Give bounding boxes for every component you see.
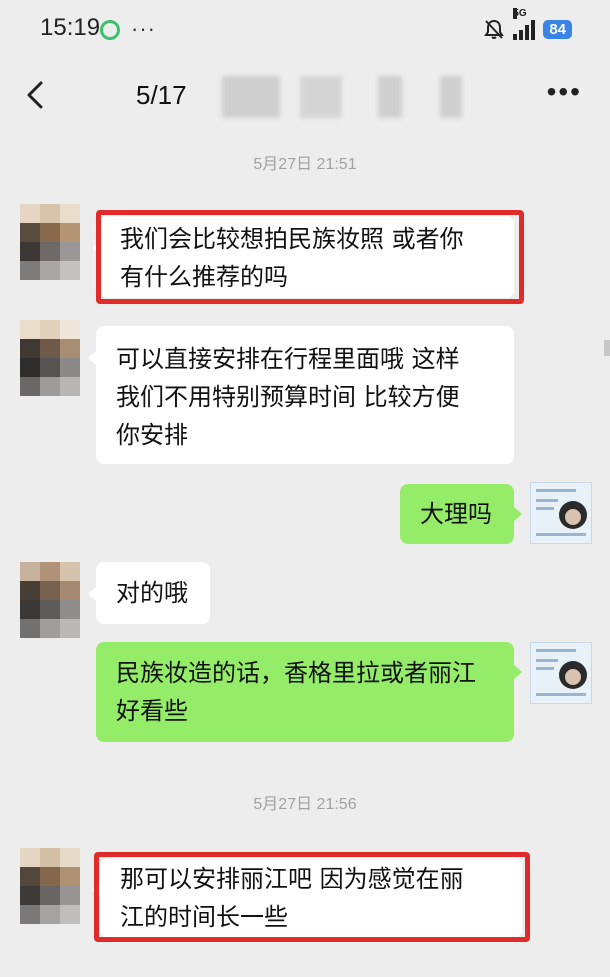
avatar[interactable] xyxy=(20,848,80,924)
message-line: 可以直接安排在行程里面哦 这样 xyxy=(116,345,460,373)
blurred-name xyxy=(300,76,342,118)
highlight-box xyxy=(96,210,524,304)
avatar[interactable] xyxy=(20,320,80,396)
scrollbar[interactable] xyxy=(604,340,610,356)
message-bubble-outgoing[interactable]: 民族妆造的话，香格里拉或者丽江 好看些 xyxy=(96,642,522,742)
chat-header: 5/17 ••• xyxy=(0,58,610,136)
status-time: 15:19 xyxy=(40,14,101,41)
more-dots-icon: ··· xyxy=(131,16,156,41)
message-bubble-incoming[interactable]: 可以直接安排在行程里面哦 这样 我们不用特别预算时间 比较方便 你安排 xyxy=(88,326,514,464)
message-line: 你安排 xyxy=(116,421,188,449)
message-bubble-incoming[interactable]: 对的哦 xyxy=(88,562,210,624)
avatar[interactable] xyxy=(20,562,80,638)
message-line: 我们不用特别预算时间 比较方便 xyxy=(116,383,460,411)
page-title: 5/17 xyxy=(136,80,187,110)
more-horizontal-icon[interactable]: ••• xyxy=(547,78,582,106)
mute-icon xyxy=(483,18,505,40)
highlight-box xyxy=(94,852,530,942)
blurred-name xyxy=(378,76,402,118)
message-bubble-outgoing[interactable]: 大理吗 xyxy=(400,484,522,544)
blurred-name xyxy=(222,76,280,118)
signal-icon: 5G xyxy=(513,8,536,40)
status-bar: 15:19 ··· 5G 84 xyxy=(0,0,610,58)
wechat-icon xyxy=(100,20,120,40)
blurred-name xyxy=(440,76,462,118)
message-line: 民族妆造的话，香格里拉或者丽江 xyxy=(116,659,476,687)
message-line: 好看些 xyxy=(116,697,188,725)
message-timestamp: 5月27日 21:51 xyxy=(253,156,357,173)
battery-icon: 84 xyxy=(543,19,572,39)
chevron-left-icon[interactable] xyxy=(22,80,52,110)
status-icons: 5G 84 xyxy=(483,8,572,40)
avatar[interactable] xyxy=(530,482,592,544)
message-line: 对的哦 xyxy=(116,579,188,607)
message-line: 大理吗 xyxy=(420,500,492,528)
message-timestamp: 5月27日 21:56 xyxy=(253,796,357,813)
avatar[interactable] xyxy=(530,642,592,704)
avatar[interactable] xyxy=(20,204,80,280)
network-type: 5G xyxy=(513,8,527,19)
